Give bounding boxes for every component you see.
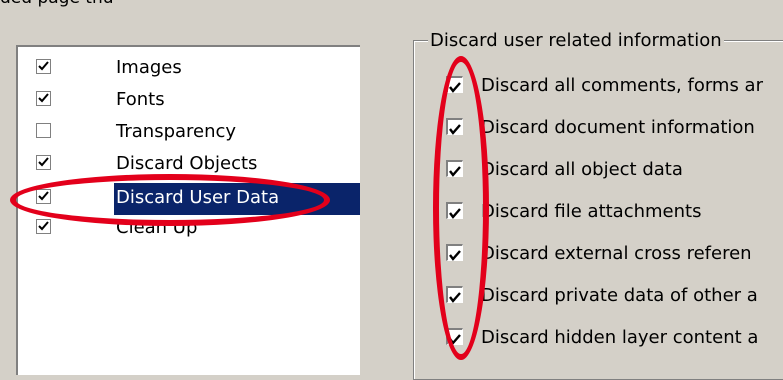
- checkmark-icon: [38, 61, 49, 71]
- checkmark-icon: [449, 82, 461, 93]
- list-item-label: Fonts: [116, 89, 165, 110]
- list-item-transparency[interactable]: Transparency: [18, 117, 360, 149]
- checkmark-icon: [38, 157, 49, 167]
- checkbox[interactable]: [446, 202, 463, 219]
- checkmark-icon: [38, 191, 49, 201]
- checkbox-transparency[interactable]: [36, 123, 51, 138]
- checkmark-icon: [449, 250, 461, 261]
- option-label: Discard private data of other a: [481, 285, 758, 306]
- checkbox[interactable]: [446, 118, 463, 135]
- checkbox[interactable]: [446, 328, 463, 345]
- checkmark-icon: [38, 93, 49, 103]
- list-item-label: Images: [116, 57, 182, 78]
- list-item-discard-user-data[interactable]: Discard User Data: [18, 183, 360, 215]
- list-item-label: Transparency: [116, 121, 237, 142]
- option-label: Discard hidden layer content a: [481, 327, 759, 348]
- checkbox-images[interactable]: [36, 59, 51, 74]
- checkmark-icon: [449, 124, 461, 135]
- list-item-fonts[interactable]: Fonts: [18, 85, 360, 117]
- checkbox-fonts[interactable]: [36, 91, 51, 106]
- list-item-label: Discard User Data: [116, 187, 280, 208]
- checkbox[interactable]: [446, 286, 463, 303]
- checkbox-discard-user-data[interactable]: [36, 189, 51, 204]
- list-item-clean-up[interactable]: Clean Up: [18, 213, 360, 245]
- option-label: Discard all object data: [481, 159, 683, 180]
- checkmark-icon: [449, 292, 461, 303]
- checkbox-discard-objects[interactable]: [36, 155, 51, 170]
- group-legend: Discard user related information: [428, 29, 724, 53]
- option-label: Discard document information: [481, 117, 755, 138]
- checkbox[interactable]: [446, 76, 463, 93]
- list-item-label: Clean Up: [116, 217, 198, 238]
- option-label: Discard external cross referen: [481, 243, 752, 264]
- checkbox-clean-up[interactable]: [36, 219, 51, 234]
- category-list[interactable]: Images Fonts Transparency Discard Object…: [16, 45, 360, 375]
- checkmark-icon: [449, 166, 461, 177]
- option-label: Discard all comments, forms ar: [481, 75, 763, 96]
- list-item-images[interactable]: Images: [18, 53, 360, 85]
- option-label: Discard file attachments: [481, 201, 702, 222]
- checkbox[interactable]: [446, 160, 463, 177]
- checkbox[interactable]: [446, 244, 463, 261]
- list-item-discard-objects[interactable]: Discard Objects: [18, 149, 360, 181]
- clipped-text: ded page thu: [0, 0, 114, 9]
- checkmark-icon: [449, 334, 461, 345]
- list-item-label: Discard Objects: [116, 153, 258, 174]
- checkmark-icon: [38, 221, 49, 231]
- checkmark-icon: [449, 208, 461, 219]
